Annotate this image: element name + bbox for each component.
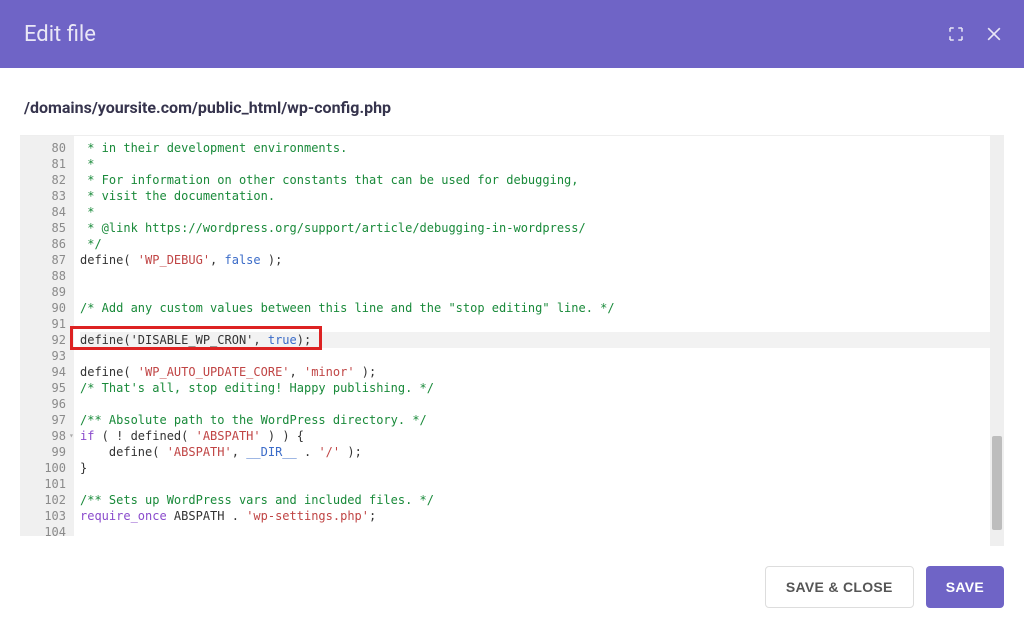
code-line[interactable]: define( 'ABSPATH', __DIR__ . '/' ); [80, 444, 998, 460]
line-number: 98 [34, 428, 66, 444]
line-number: 101 [34, 476, 66, 492]
line-number: 95 [34, 380, 66, 396]
modal-header: Edit file [0, 0, 1024, 68]
code-line[interactable]: * [80, 204, 998, 220]
code-line[interactable]: /** Absolute path to the WordPress direc… [80, 412, 998, 428]
code-line[interactable]: /* Add any custom values between this li… [80, 300, 998, 316]
code-line[interactable] [80, 284, 998, 300]
code-line[interactable]: define( 'WP_AUTO_UPDATE_CORE', 'minor' )… [80, 364, 998, 380]
line-number: 88 [34, 268, 66, 284]
line-number: 96 [34, 396, 66, 412]
code-line[interactable] [80, 268, 998, 284]
code-line[interactable]: */ [80, 236, 998, 252]
code-line[interactable] [80, 348, 998, 364]
code-line[interactable] [80, 476, 998, 492]
line-number: 85 [34, 220, 66, 236]
code-line[interactable]: require_once ABSPATH . 'wp-settings.php'… [80, 508, 998, 524]
edit-file-modal: Edit file /domains/yoursite.com/public_h… [0, 0, 1024, 628]
fullscreen-icon[interactable] [946, 24, 966, 44]
code-line[interactable]: * in their development environments. [80, 140, 998, 156]
modal-title: Edit file [24, 22, 96, 47]
code-line[interactable]: define('DISABLE_WP_CRON', true); [80, 332, 998, 348]
editor-scrollbar-thumb[interactable] [992, 436, 1002, 530]
code-line[interactable] [80, 316, 998, 332]
code-line[interactable]: * [80, 156, 998, 172]
line-number: 82 [34, 172, 66, 188]
line-number: 81 [34, 156, 66, 172]
editor-scrollbar-track[interactable] [990, 136, 1004, 546]
code-line[interactable] [80, 524, 998, 536]
close-icon[interactable] [984, 24, 1004, 44]
line-number: 92 [34, 332, 66, 348]
line-number: 80 [34, 140, 66, 156]
line-number: 94 [34, 364, 66, 380]
save-button[interactable]: SAVE [926, 566, 1004, 608]
code-line[interactable]: if ( ! defined( 'ABSPATH' ) ) { [80, 428, 998, 444]
code-line[interactable]: * visit the documentation. [80, 188, 998, 204]
file-path: /domains/yoursite.com/public_html/wp-con… [0, 68, 1024, 135]
line-number: 99 [34, 444, 66, 460]
line-number: 87 [34, 252, 66, 268]
code-line[interactable]: } [80, 460, 998, 476]
code-line[interactable]: /* That's all, stop editing! Happy publi… [80, 380, 998, 396]
line-number: 89 [34, 284, 66, 300]
code-line[interactable]: define( 'WP_DEBUG', false ); [80, 252, 998, 268]
code-line[interactable]: * @link https://wordpress.org/support/ar… [80, 220, 998, 236]
line-number: 103 [34, 508, 66, 524]
line-number: 84 [34, 204, 66, 220]
line-number: 86 [34, 236, 66, 252]
save-and-close-button[interactable]: SAVE & CLOSE [765, 566, 914, 608]
code-line[interactable]: * For information on other constants tha… [80, 172, 998, 188]
modal-footer: SAVE & CLOSE SAVE [0, 546, 1024, 628]
code-area[interactable]: * in their development environments. * *… [74, 136, 1004, 536]
code-line[interactable]: /** Sets up WordPress vars and included … [80, 492, 998, 508]
line-number: 83 [34, 188, 66, 204]
line-number: 93 [34, 348, 66, 364]
code-line[interactable] [80, 396, 998, 412]
line-number: 91 [34, 316, 66, 332]
line-number: 97 [34, 412, 66, 428]
line-number: 100 [34, 460, 66, 476]
line-number: 102 [34, 492, 66, 508]
code-editor[interactable]: 8081828384858687888990919293949596979899… [20, 135, 1004, 546]
line-number: 104 [34, 524, 66, 536]
line-number: 90 [34, 300, 66, 316]
line-number-gutter: 8081828384858687888990919293949596979899… [20, 136, 74, 536]
